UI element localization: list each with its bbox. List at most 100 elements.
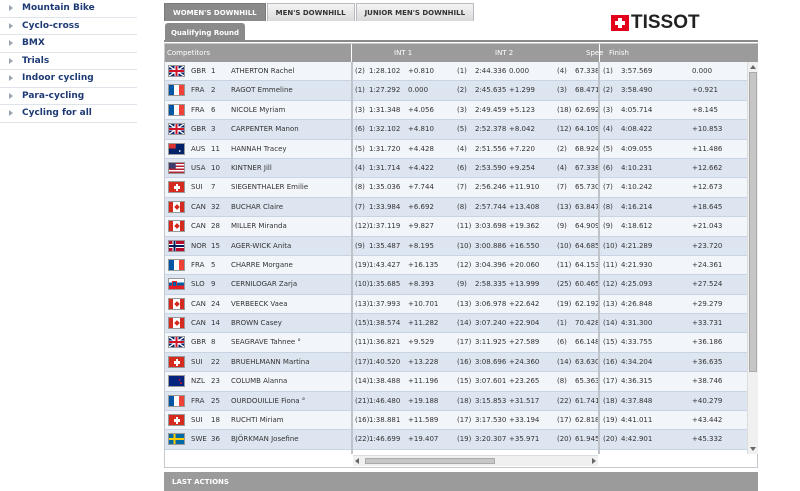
speed-rank: (13) [557,202,572,211]
sidebar-item-cycling-for-all[interactable]: Cycling for all [0,105,137,123]
int2-time: 2:45.635 [475,86,507,95]
int2-gap: +23.265 [509,377,540,386]
sidebar-item-bmx[interactable]: BMX [0,35,137,53]
finish-time: 4:10.231 [621,163,653,172]
scroll-up-icon[interactable] [750,65,756,69]
int2-rank: (17) [457,416,472,425]
sidebar-item-trials[interactable]: Trials [0,53,137,70]
rider-name: BRUEHLMANN Martina [231,357,310,366]
sidebar-item-label: Indoor cycling [22,73,94,84]
int2-time: 2:56.246 [475,183,507,192]
rider-name: RAGOT Emmeline [231,86,293,95]
int1-gap: +4.810 [408,125,434,134]
table-row[interactable]: CAN 32 BUCHAR Claire (7) 1:33.984 +6.692 (8) 2:… [165,197,747,218]
int2-rank: (1) [457,67,467,75]
bib-number: 23 [211,377,220,386]
table-row[interactable]: FRA 5 CHARRE Morgane (19) 1:43.427 +16.135 (12… [165,255,747,276]
table-row[interactable]: GBR 8 SEAGRAVE Tahnee ° (11) 1:36.821 +9.529 (… [165,333,747,353]
tab-womens-downhill[interactable]: WOMEN'S DOWNHILL [164,3,266,21]
table-row[interactable]: NZL 23 COLUMB Alanna (14) 1:38.488 +11.196 (15… [165,372,747,392]
table-row[interactable]: NOR 15 AGER-WICK Anita (9) 1:35.487 +8.195 (10… [165,236,747,256]
finish-rank: (5) [603,144,613,153]
tab-qualifying-round[interactable]: Qualifying Round [165,23,245,42]
nation-code: GBR [191,67,207,75]
finish-gap: +27.524 [692,280,723,289]
scroll-right-icon[interactable] [592,458,596,464]
table-row[interactable]: SUI 7 SIEGENTHALER Emilie (8) 1:35.036 +7.744… [165,178,747,198]
header-competitors: Competitors [167,49,210,57]
int2-time: 2:52.378 [475,125,507,134]
last-actions-bar[interactable]: LAST ACTIONS [164,472,758,491]
int2-gap: +13.999 [509,280,540,289]
int2-rank: (2) [457,86,467,95]
sidebar-item-indoor-cycling[interactable]: Indoor cycling [0,70,137,88]
scroll-thumb[interactable] [749,72,757,372]
int2-time: 3:07.601 [475,377,507,386]
scroll-thumb[interactable] [365,458,495,464]
bib-number: 25 [211,396,220,405]
scroll-left-icon[interactable] [355,458,359,464]
finish-time: 4:05.714 [621,105,653,114]
int2-gap: +7.220 [509,144,535,153]
flag-sui-icon [168,181,185,194]
finish-time: 4:10.242 [621,183,653,192]
speed-value: 63.847 [575,202,600,211]
table-row[interactable]: USA 10 KINTNER Jill (4) 1:31.714 +4.422 (6) 2:5… [165,158,747,179]
table-header: Competitors INT 1 INT 2 Spee Finish [165,44,758,62]
flag-nor-icon [168,239,185,252]
table-row[interactable]: GBR 3 CARPENTER Manon (6) 1:32.102 +4.810 (5) 2… [165,120,747,140]
finish-time: 4:18.612 [621,222,653,231]
speed-value: 61.945 [575,435,600,444]
table-row[interactable]: GBR 1 ATHERTON Rachel (2) 1:28.102 +0.810 (1) 2… [165,62,747,82]
rider-name: NICOLE Myriam [231,105,286,114]
bib-number: 8 [211,338,216,347]
logo-text: TISSOT [631,12,700,33]
vertical-scrollbar[interactable] [747,62,758,454]
finish-gap: +38.746 [692,377,723,386]
bib-number: 2 [211,86,216,95]
table-row[interactable]: FRA 2 RAGOT Emmeline (1) 1:27.292 0.000 (2) 2:4… [165,81,747,101]
bib-number: 15 [211,241,220,250]
int1-time: 1:40.520 [369,357,401,366]
flag-sui-icon [168,414,185,427]
int1-time: 1:37.993 [369,299,401,308]
speed-rank: (8) [557,377,567,386]
rider-name: SIEGENTHALER Emilie [231,183,309,192]
table-row[interactable]: AUS 11 HANNAH Tracey (5) 1:31.720 +4.428 (4) 2:… [165,139,747,159]
table-row[interactable]: CAN 28 MILLER Miranda (12) 1:37.119 +9.827 (11… [165,217,747,237]
rider-name: KINTNER Jill [231,163,272,172]
nation-code: FRA [191,260,205,269]
nation-code: CAN [191,319,206,328]
int2-gap: +1.299 [509,86,535,95]
rider-name: RUCHTI Miriam [231,416,284,425]
sidebar-item-para-cycling[interactable]: Para-cycling [0,88,137,105]
table-row[interactable]: SWE 36 BJÖRKMAN Josefine (22) 1:46.699 +19.40… [165,430,747,450]
scroll-down-icon[interactable] [750,447,756,451]
tab-mens-downhill[interactable]: MEN'S DOWNHILL [266,3,355,21]
table-row[interactable]: CAN 14 BROWN Casey (15) 1:38.574 +11.282 (14) 3… [165,314,747,334]
finish-rank: (8) [603,202,613,211]
int1-time: 1:37.119 [369,222,401,231]
flag-sui-icon [168,355,185,368]
horizontal-scrollbar[interactable] [353,455,598,466]
finish-rank: (11) [603,260,618,269]
int1-rank: (7) [355,202,365,211]
flag-fra-icon [168,103,185,116]
sidebar-item-label: Para-cycling [22,90,85,101]
int1-rank: (22) [355,435,370,444]
table-row[interactable]: FRA 6 NICOLE Myriam (3) 1:31.348 +4.056 (3) 2:4… [165,100,747,121]
sidebar-item-label: Trials [22,55,50,66]
table-row[interactable]: SUI 22 BRUEHLMANN Martina (17) 1:40.520 +13.2… [165,352,747,373]
table-row[interactable]: FRA 25 OURDOUILLIE Fiona ° (21) 1:46.480 +19.… [165,391,747,412]
tab-junior-mens-downhill[interactable]: JUNIOR MEN'S DOWNHILL [355,3,475,21]
bib-number: 5 [211,260,216,269]
int2-gap: +20.060 [509,260,540,269]
speed-value: 61.741 [575,396,600,405]
sidebar-item-cyclo-cross[interactable]: Cyclo-cross [0,18,137,35]
finish-time: 4:09.055 [621,144,653,153]
table-row[interactable]: SLO 9 CERNILOGAR Zarja (10) 1:35.685 +8.393 (9… [165,275,747,295]
table-row[interactable]: SUI 18 RUCHTI Miriam (16) 1:38.881 +11.589 (17… [165,411,747,431]
sidebar-item-label: Cyclo-cross [22,20,80,31]
table-row[interactable]: CAN 24 VERBEECK Vaea (13) 1:37.993 +10.701 (13… [165,294,747,315]
sidebar-item-mountain-bike[interactable]: Mountain Bike [0,0,137,18]
